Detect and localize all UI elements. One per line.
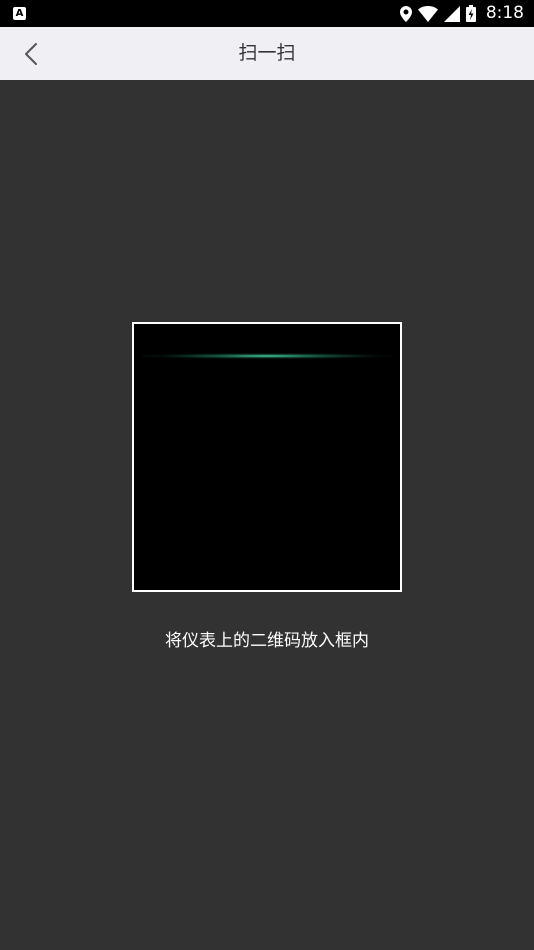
notification-letter: A xyxy=(15,8,24,19)
location-icon xyxy=(399,5,412,22)
scan-hint-text: 将仪表上的二维码放入框内 xyxy=(165,631,369,651)
status-time: 8:18 xyxy=(485,3,524,23)
wifi-icon xyxy=(417,5,438,22)
battery-charging-icon xyxy=(465,5,476,22)
scan-frame xyxy=(132,322,402,592)
back-button[interactable] xyxy=(16,39,46,69)
signal-icon xyxy=(443,5,460,22)
chevron-left-icon xyxy=(25,43,37,65)
status-icons: 8:18 xyxy=(399,0,524,27)
app-notification-icon: A xyxy=(13,7,26,20)
status-bar: A 8:18 xyxy=(0,0,534,27)
navigation-bar: 扫一扫 xyxy=(0,27,534,80)
scan-line xyxy=(142,353,392,359)
page-title: 扫一扫 xyxy=(238,42,296,64)
